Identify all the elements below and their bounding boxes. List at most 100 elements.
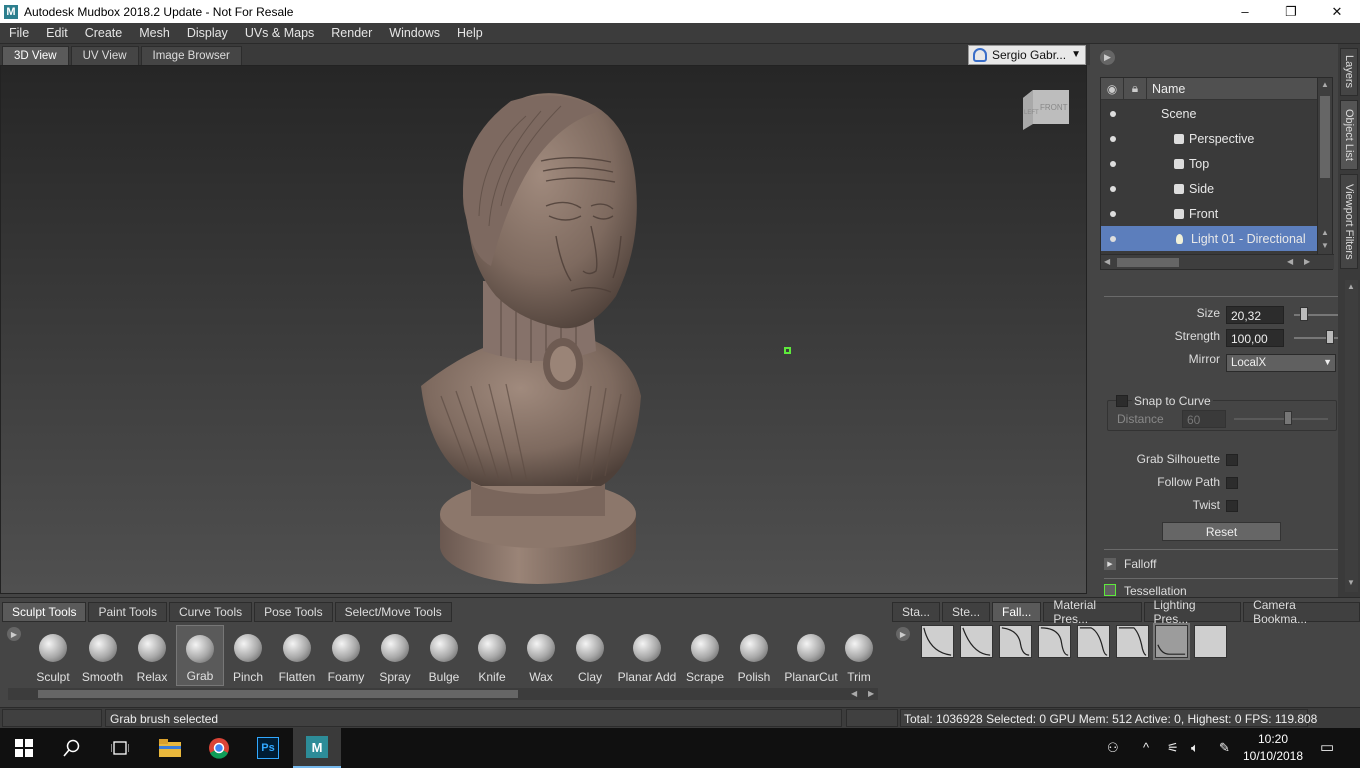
tool-smooth[interactable]: Smooth <box>77 625 128 686</box>
size-input[interactable]: 20,32 <box>1226 306 1284 324</box>
tool-flatten[interactable]: Flatten <box>272 625 322 686</box>
tool-foamy[interactable]: Foamy <box>322 625 370 686</box>
visibility-dot-icon[interactable] <box>1110 111 1116 117</box>
tab-camera-bookmarks[interactable]: Camera Bookma... <box>1243 598 1360 626</box>
tab-sculpt-tools[interactable]: Sculpt Tools <box>2 602 87 622</box>
distance-slider-handle[interactable] <box>1284 411 1292 425</box>
tab-uv-view[interactable]: UV View <box>70 46 139 65</box>
menu-edit[interactable]: Edit <box>37 26 76 40</box>
tools-horizontal-scrollbar[interactable]: ◀ ▶ <box>8 688 878 700</box>
falloff-preset[interactable] <box>1194 625 1227 658</box>
tool-spray[interactable]: Spray <box>370 625 420 686</box>
tool-scrape[interactable]: Scrape <box>680 625 730 686</box>
tab-material-presets[interactable]: Material Pres... <box>1043 598 1142 626</box>
list-item-perspective[interactable]: Perspective <box>1101 126 1318 151</box>
properties-scrollbar[interactable]: ▲ ▼ <box>1345 280 1358 592</box>
chrome-button[interactable] <box>195 728 243 768</box>
falloff-preset-selected[interactable] <box>1153 623 1190 660</box>
3d-viewport[interactable]: FRONT LEFT <box>0 65 1087 594</box>
menu-file[interactable]: File <box>0 26 37 40</box>
collapse-presets-icon[interactable]: ▶ <box>896 627 910 641</box>
tab-3d-view[interactable]: 3D View <box>2 46 69 65</box>
tab-lighting-presets[interactable]: Lighting Pres... <box>1143 598 1242 626</box>
tool-planar-add[interactable]: Planar Add <box>614 625 680 686</box>
start-button[interactable] <box>0 728 48 768</box>
photoshop-button[interactable]: Ps <box>244 728 292 768</box>
network-icon[interactable]: ⚟ <box>1167 740 1179 756</box>
tab-curve-tools[interactable]: Curve Tools <box>168 602 253 622</box>
maximize-button[interactable]: ❐ <box>1268 0 1314 23</box>
menu-display[interactable]: Display <box>178 26 236 40</box>
tab-stencils[interactable]: Ste... <box>942 602 991 622</box>
visibility-dot-icon[interactable] <box>1110 186 1116 192</box>
list-item-scene[interactable]: Scene <box>1101 101 1318 126</box>
menu-create[interactable]: Create <box>76 26 131 40</box>
file-explorer-button[interactable] <box>146 728 194 768</box>
tool-planarcut[interactable]: PlanarCut <box>778 625 844 686</box>
chevron-up-icon[interactable]: ^ <box>1143 740 1149 755</box>
tessellation-section-header[interactable]: Tessellation <box>1104 584 1338 597</box>
menu-mesh[interactable]: Mesh <box>130 26 178 40</box>
grab-silhouette-checkbox[interactable] <box>1226 454 1238 466</box>
close-button[interactable]: ✕ <box>1314 0 1360 23</box>
visibility-dot-icon[interactable] <box>1110 236 1116 242</box>
tab-object-list[interactable]: Object List <box>1340 100 1358 170</box>
object-list-vertical-scrollbar[interactable]: ▲ ▲ ▼ <box>1317 78 1332 256</box>
falloff-preset[interactable] <box>921 625 954 658</box>
twist-checkbox[interactable] <box>1226 500 1238 512</box>
tab-select-move-tools[interactable]: Select/Move Tools <box>334 602 452 622</box>
visibility-dot-icon[interactable] <box>1110 136 1116 142</box>
system-clock[interactable]: 10:20 10/10/2018 <box>1242 731 1304 765</box>
mudbox-taskbar-button[interactable]: M <box>293 728 341 768</box>
tab-falloff[interactable]: Fall... <box>992 602 1042 622</box>
falloff-preset[interactable] <box>1116 625 1149 658</box>
falloff-preset[interactable] <box>960 625 993 658</box>
tool-trim[interactable]: Trim <box>844 625 874 686</box>
minimize-button[interactable]: – <box>1222 0 1268 23</box>
object-list-horizontal-scrollbar[interactable]: ◀ ◀ ▶ <box>1101 254 1334 269</box>
visibility-dot-icon[interactable] <box>1110 161 1116 167</box>
tab-stamps[interactable]: Sta... <box>892 602 941 622</box>
collapse-tray-icon[interactable]: ▶ <box>7 627 21 641</box>
snap-to-curve-checkbox[interactable] <box>1116 395 1128 407</box>
column-name-header[interactable]: Name <box>1147 82 1185 96</box>
lock-icon[interactable]: 🔒︎ <box>1124 77 1147 100</box>
notifications-icon[interactable]: ▭ <box>1320 738 1334 756</box>
people-icon[interactable]: ⚇ <box>1107 740 1119 756</box>
distance-input[interactable]: 60 <box>1182 410 1226 428</box>
tool-grab[interactable]: Grab <box>176 625 224 686</box>
visibility-eye-icon[interactable]: ◉ <box>1101 77 1124 100</box>
tab-pose-tools[interactable]: Pose Tools <box>254 602 333 622</box>
view-cube[interactable]: FRONT LEFT <box>1021 88 1069 132</box>
tab-viewport-filters[interactable]: Viewport Filters <box>1340 174 1358 269</box>
list-item-front[interactable]: Front <box>1101 201 1318 226</box>
pen-icon[interactable]: ✎ <box>1219 740 1230 756</box>
falloff-preset[interactable] <box>999 625 1032 658</box>
tool-clay[interactable]: Clay <box>566 625 614 686</box>
volume-icon[interactable]: 🔈︎ <box>1191 740 1199 756</box>
visibility-dot-icon[interactable] <box>1110 211 1116 217</box>
task-view-button[interactable] <box>96 728 144 768</box>
tool-relax[interactable]: Relax <box>128 625 176 686</box>
list-item-side[interactable]: Side <box>1101 176 1318 201</box>
strength-slider-handle[interactable] <box>1326 330 1334 344</box>
tab-layers[interactable]: Layers <box>1340 48 1358 96</box>
mirror-select[interactable]: LocalX ▼ <box>1226 354 1336 372</box>
tool-pinch[interactable]: Pinch <box>224 625 272 686</box>
reset-button[interactable]: Reset <box>1162 522 1281 541</box>
search-button[interactable] <box>48 728 96 768</box>
tool-wax[interactable]: Wax <box>516 625 566 686</box>
follow-path-checkbox[interactable] <box>1226 477 1238 489</box>
tab-paint-tools[interactable]: Paint Tools <box>88 602 167 622</box>
tool-sculpt[interactable]: Sculpt <box>29 625 77 686</box>
user-account-dropdown[interactable]: Sergio Gabr... ▼ <box>968 45 1086 65</box>
menu-uvs-maps[interactable]: UVs & Maps <box>236 26 322 40</box>
menu-help[interactable]: Help <box>448 26 491 40</box>
tab-image-browser[interactable]: Image Browser <box>140 46 242 65</box>
menu-windows[interactable]: Windows <box>380 26 448 40</box>
falloff-preset[interactable] <box>1077 625 1110 658</box>
strength-input[interactable]: 100,00 <box>1226 329 1284 347</box>
falloff-preset[interactable] <box>1038 625 1071 658</box>
distance-slider[interactable] <box>1234 418 1328 420</box>
falloff-section-header[interactable]: ▶ Falloff <box>1104 555 1338 573</box>
